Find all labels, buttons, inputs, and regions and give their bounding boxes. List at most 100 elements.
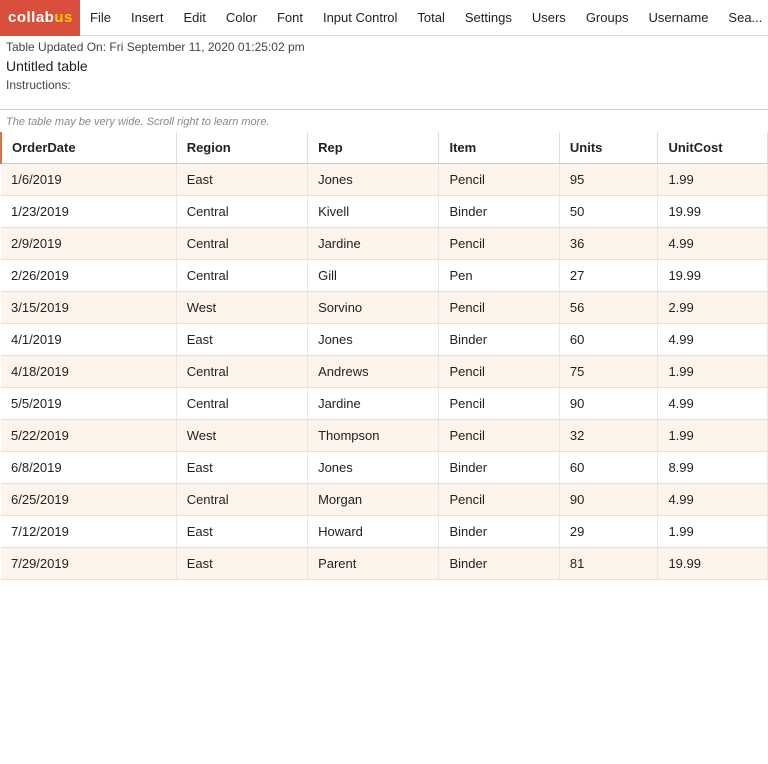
cell-rep: Thompson — [308, 420, 439, 452]
cell-units: 60 — [559, 324, 658, 356]
cell-unitcost: 19.99 — [658, 260, 768, 292]
cell-item: Binder — [439, 196, 559, 228]
cell-region: East — [176, 164, 307, 196]
top-navigation: collabus FileInsertEditColorFontInput Co… — [0, 0, 768, 36]
instructions-label: Instructions: — [0, 76, 768, 94]
cell-units: 56 — [559, 292, 658, 324]
cell-unitcost: 4.99 — [658, 324, 768, 356]
nav-item-total[interactable]: Total — [407, 0, 454, 35]
cell-units: 75 — [559, 356, 658, 388]
nav-item-input-control[interactable]: Input Control — [313, 0, 407, 35]
cell-units: 81 — [559, 548, 658, 580]
table-body: 1/6/2019EastJonesPencil951.991/23/2019Ce… — [1, 164, 768, 580]
cell-rep: Kivell — [308, 196, 439, 228]
col-header-region[interactable]: Region — [176, 132, 307, 164]
cell-rep: Jones — [308, 452, 439, 484]
table-row: 6/8/2019EastJonesBinder608.99 — [1, 452, 768, 484]
cell-rep: Jardine — [308, 228, 439, 260]
nav-item-users[interactable]: Users — [522, 0, 576, 35]
nav-item-insert[interactable]: Insert — [121, 0, 174, 35]
cell-unitcost: 19.99 — [658, 196, 768, 228]
cell-unitcost: 4.99 — [658, 388, 768, 420]
updated-timestamp: Table Updated On: Fri September 11, 2020… — [6, 40, 305, 54]
cell-orderdate: 1/23/2019 — [1, 196, 176, 228]
table-row: 2/26/2019CentralGillPen2719.99 — [1, 260, 768, 292]
cell-item: Binder — [439, 452, 559, 484]
col-header-orderdate[interactable]: OrderDate — [1, 132, 176, 164]
cell-item: Pencil — [439, 356, 559, 388]
cell-units: 50 — [559, 196, 658, 228]
cell-orderdate: 5/5/2019 — [1, 388, 176, 420]
cell-region: East — [176, 452, 307, 484]
cell-rep: Howard — [308, 516, 439, 548]
cell-item: Pencil — [439, 388, 559, 420]
cell-units: 29 — [559, 516, 658, 548]
cell-region: East — [176, 324, 307, 356]
col-header-item[interactable]: Item — [439, 132, 559, 164]
col-header-unitcost[interactable]: UnitCost — [658, 132, 768, 164]
cell-item: Pencil — [439, 420, 559, 452]
cell-orderdate: 2/9/2019 — [1, 228, 176, 260]
cell-unitcost: 1.99 — [658, 164, 768, 196]
cell-rep: Jones — [308, 324, 439, 356]
cell-region: Central — [176, 228, 307, 260]
cell-units: 95 — [559, 164, 658, 196]
cell-region: East — [176, 516, 307, 548]
cell-units: 90 — [559, 484, 658, 516]
nav-item-file[interactable]: File — [80, 0, 121, 35]
col-header-units[interactable]: Units — [559, 132, 658, 164]
cell-rep: Parent — [308, 548, 439, 580]
table-updated-info: Table Updated On: Fri September 11, 2020… — [0, 36, 768, 56]
nav-item-edit[interactable]: Edit — [173, 0, 215, 35]
cell-units: 90 — [559, 388, 658, 420]
cell-unitcost: 2.99 — [658, 292, 768, 324]
table-row: 6/25/2019CentralMorganPencil904.99 — [1, 484, 768, 516]
cell-unitcost: 8.99 — [658, 452, 768, 484]
cell-region: East — [176, 548, 307, 580]
table-row: 5/22/2019WestThompsonPencil321.99 — [1, 420, 768, 452]
cell-orderdate: 5/22/2019 — [1, 420, 176, 452]
cell-unitcost: 19.99 — [658, 548, 768, 580]
cell-rep: Jones — [308, 164, 439, 196]
nav-menu: FileInsertEditColorFontInput ControlTota… — [80, 0, 768, 35]
cell-orderdate: 3/15/2019 — [1, 292, 176, 324]
cell-orderdate: 6/25/2019 — [1, 484, 176, 516]
separator-line — [0, 94, 768, 110]
cell-region: Central — [176, 196, 307, 228]
nav-item-username[interactable]: Username — [638, 0, 718, 35]
cell-orderdate: 6/8/2019 — [1, 452, 176, 484]
nav-item-color[interactable]: Color — [216, 0, 267, 35]
cell-orderdate: 4/1/2019 — [1, 324, 176, 356]
cell-units: 36 — [559, 228, 658, 260]
cell-item: Pencil — [439, 292, 559, 324]
table-title: Untitled table — [0, 56, 768, 76]
cell-region: Central — [176, 356, 307, 388]
logo[interactable]: collabus — [0, 0, 80, 36]
table-row: 1/23/2019CentralKivellBinder5019.99 — [1, 196, 768, 228]
cell-orderdate: 7/12/2019 — [1, 516, 176, 548]
cell-item: Binder — [439, 324, 559, 356]
table-row: 2/9/2019CentralJardinePencil364.99 — [1, 228, 768, 260]
table-container: OrderDate Region Rep Item Units UnitCost… — [0, 132, 768, 580]
cell-rep: Morgan — [308, 484, 439, 516]
table-row: 3/15/2019WestSorvinoPencil562.99 — [1, 292, 768, 324]
cell-region: Central — [176, 260, 307, 292]
table-header: OrderDate Region Rep Item Units UnitCost — [1, 132, 768, 164]
cell-orderdate: 4/18/2019 — [1, 356, 176, 388]
logo-text: collabus — [8, 9, 73, 26]
cell-units: 32 — [559, 420, 658, 452]
cell-rep: Jardine — [308, 388, 439, 420]
col-header-rep[interactable]: Rep — [308, 132, 439, 164]
cell-region: Central — [176, 388, 307, 420]
nav-item-font[interactable]: Font — [267, 0, 313, 35]
cell-unitcost: 1.99 — [658, 420, 768, 452]
nav-item-groups[interactable]: Groups — [576, 0, 639, 35]
cell-rep: Gill — [308, 260, 439, 292]
cell-unitcost: 1.99 — [658, 516, 768, 548]
nav-item-sea...[interactable]: Sea... — [718, 0, 768, 35]
cell-orderdate: 7/29/2019 — [1, 548, 176, 580]
cell-item: Pen — [439, 260, 559, 292]
table-row: 7/29/2019EastParentBinder8119.99 — [1, 548, 768, 580]
nav-item-settings[interactable]: Settings — [455, 0, 522, 35]
cell-item: Pencil — [439, 484, 559, 516]
